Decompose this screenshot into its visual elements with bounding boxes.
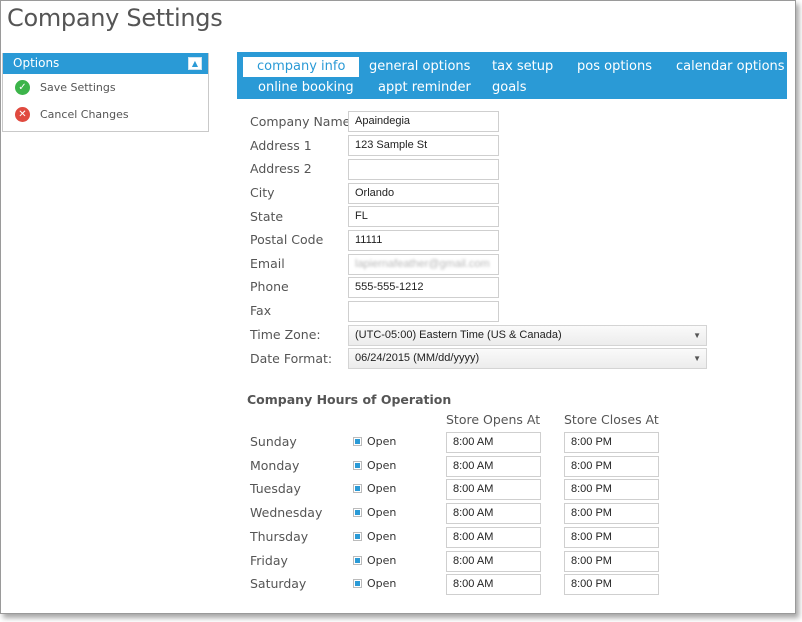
close-time-input-monday[interactable]: 8:00 PM: [564, 456, 659, 477]
open-time-input-sunday[interactable]: 8:00 AM: [446, 432, 541, 453]
date-format-select[interactable]: 06/24/2015 (MM/dd/yyyy) ▼: [348, 348, 707, 369]
checkbox-checked-icon: [353, 579, 362, 588]
fax-input[interactable]: [348, 301, 499, 322]
day-label-friday: Friday: [250, 553, 288, 568]
open-label: Open: [367, 530, 397, 543]
open-time-input-monday[interactable]: 8:00 AM: [446, 456, 541, 477]
options-header-label: Options: [13, 56, 60, 70]
tab-online-booking[interactable]: online booking: [258, 78, 354, 98]
checkbox-checked-icon: [353, 532, 362, 541]
open-time-input-wednesday[interactable]: 8:00 AM: [446, 503, 541, 524]
checkbox-checked-icon: [353, 484, 362, 493]
open-label: Open: [367, 506, 397, 519]
open-label: Open: [367, 482, 397, 495]
close-time-input-friday[interactable]: 8:00 PM: [564, 551, 659, 572]
close-time-input-saturday[interactable]: 8:00 PM: [564, 574, 659, 595]
page-title: Company Settings: [7, 4, 223, 32]
open-label: Open: [367, 435, 397, 448]
tab-appt-reminder[interactable]: appt reminder: [378, 78, 471, 98]
tab-pos-options[interactable]: pos options: [577, 57, 652, 77]
day-label-tuesday: Tuesday: [250, 481, 301, 496]
email-label: Email: [250, 256, 285, 271]
checkbox-checked-icon: [353, 437, 362, 446]
date-format-value: 06/24/2015 (MM/dd/yyyy): [355, 352, 480, 364]
collapse-icon[interactable]: ▲: [188, 57, 202, 70]
postal-code-input[interactable]: 11111: [348, 230, 499, 251]
day-label-saturday: Saturday: [250, 576, 307, 591]
company-name-label: Company Name: [250, 114, 351, 129]
email-value: lapiernafeather@gmail.com: [355, 258, 490, 270]
company-name-input[interactable]: Apaindegia: [348, 111, 499, 132]
app-window: Company Settings Options ▲ ✓ Save Settin…: [0, 0, 796, 614]
close-time-input-tuesday[interactable]: 8:00 PM: [564, 479, 659, 500]
close-time-input-wednesday[interactable]: 8:00 PM: [564, 503, 659, 524]
open-time-input-tuesday[interactable]: 8:00 AM: [446, 479, 541, 500]
open-checkbox-tuesday[interactable]: Open: [353, 482, 396, 495]
address2-label: Address 2: [250, 161, 312, 176]
address2-input[interactable]: [348, 159, 499, 180]
open-checkbox-thursday[interactable]: Open: [353, 530, 396, 543]
state-input[interactable]: FL: [348, 206, 499, 227]
open-time-input-saturday[interactable]: 8:00 AM: [446, 574, 541, 595]
tab-company-info[interactable]: company info: [243, 57, 360, 77]
open-checkbox-sunday[interactable]: Open: [353, 435, 396, 448]
tab-calendar-options[interactable]: calendar options: [676, 57, 785, 77]
checkbox-checked-icon: [353, 556, 362, 565]
phone-label: Phone: [250, 279, 289, 294]
open-checkbox-saturday[interactable]: Open: [353, 577, 396, 590]
cancel-changes-label: Cancel Changes: [40, 108, 129, 121]
address1-input[interactable]: 123 Sample St: [348, 135, 499, 156]
chevron-down-icon: ▼: [693, 331, 701, 340]
day-label-sunday: Sunday: [250, 434, 297, 449]
open-label: Open: [367, 554, 397, 567]
tab-general-options[interactable]: general options: [369, 57, 470, 77]
fax-label: Fax: [250, 303, 272, 318]
open-checkbox-wednesday[interactable]: Open: [353, 506, 396, 519]
store-opens-header: Store Opens At: [446, 412, 541, 427]
time-zone-value: (UTC-05:00) Eastern Time (US & Canada): [355, 329, 562, 341]
city-label: City: [250, 185, 275, 200]
options-header: Options ▲: [3, 53, 208, 74]
address1-label: Address 1: [250, 138, 312, 153]
check-circle-icon: ✓: [15, 80, 30, 95]
save-settings-button[interactable]: ✓ Save Settings: [3, 74, 208, 101]
open-checkbox-friday[interactable]: Open: [353, 554, 396, 567]
chevron-down-icon: ▼: [693, 354, 701, 363]
day-label-wednesday: Wednesday: [250, 505, 323, 520]
checkbox-checked-icon: [353, 508, 362, 517]
open-checkbox-monday[interactable]: Open: [353, 459, 396, 472]
time-zone-select[interactable]: (UTC-05:00) Eastern Time (US & Canada) ▼: [348, 325, 707, 346]
tab-goals[interactable]: goals: [492, 78, 527, 98]
options-panel: Options ▲ ✓ Save Settings ✕ Cancel Chang…: [2, 53, 209, 132]
time-zone-label: Time Zone:: [250, 327, 321, 342]
save-settings-label: Save Settings: [40, 81, 116, 94]
settings-tabbar: company info general options tax setup p…: [237, 52, 787, 99]
postal-code-label: Postal Code: [250, 232, 324, 247]
phone-input[interactable]: 555-555-1212: [348, 277, 499, 298]
open-time-input-friday[interactable]: 8:00 AM: [446, 551, 541, 572]
close-time-input-thursday[interactable]: 8:00 PM: [564, 527, 659, 548]
day-label-monday: Monday: [250, 458, 300, 473]
open-label: Open: [367, 577, 397, 590]
tab-tax-setup[interactable]: tax setup: [492, 57, 553, 77]
hours-section-title: Company Hours of Operation: [247, 392, 452, 407]
state-label: State: [250, 209, 284, 224]
x-circle-icon: ✕: [15, 107, 30, 122]
open-label: Open: [367, 459, 397, 472]
store-closes-header: Store Closes At: [564, 412, 659, 427]
email-input[interactable]: lapiernafeather@gmail.com: [348, 254, 499, 275]
cancel-changes-button[interactable]: ✕ Cancel Changes: [3, 101, 208, 128]
close-time-input-sunday[interactable]: 8:00 PM: [564, 432, 659, 453]
checkbox-checked-icon: [353, 461, 362, 470]
date-format-label: Date Format:: [250, 351, 333, 366]
day-label-thursday: Thursday: [250, 529, 309, 544]
city-input[interactable]: Orlando: [348, 183, 499, 204]
open-time-input-thursday[interactable]: 8:00 AM: [446, 527, 541, 548]
